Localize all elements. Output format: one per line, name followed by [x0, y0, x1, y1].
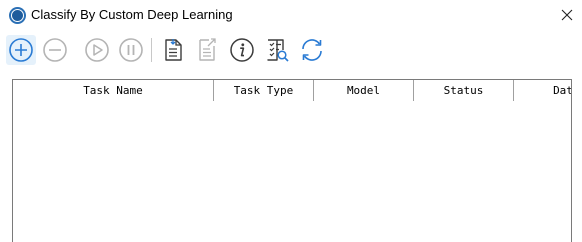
import-button[interactable] — [158, 35, 188, 65]
toolbar-separator — [151, 38, 152, 62]
toolbar — [0, 32, 582, 68]
remove-task-button[interactable] — [40, 35, 70, 65]
close-button[interactable] — [552, 0, 582, 30]
pause-button[interactable] — [116, 35, 146, 65]
minus-circle-icon — [43, 38, 67, 62]
start-button[interactable] — [82, 35, 112, 65]
plus-circle-icon — [9, 38, 33, 62]
export-button[interactable] — [192, 35, 222, 65]
window-title: Classify By Custom Deep Learning — [31, 7, 233, 22]
app-logo-icon — [9, 7, 26, 24]
title-bar: Classify By Custom Deep Learning — [0, 0, 582, 32]
view-report-button[interactable] — [262, 35, 292, 65]
task-grid: Task Name Task Type Model Status Dat — [12, 79, 572, 242]
close-icon — [561, 9, 573, 21]
column-header-status[interactable]: Status — [414, 80, 514, 101]
info-button[interactable] — [227, 35, 257, 65]
column-header-task-type[interactable]: Task Type — [214, 80, 314, 101]
column-header-date[interactable]: Dat — [514, 80, 571, 101]
document-import-icon — [165, 39, 182, 61]
pause-circle-icon — [119, 38, 143, 62]
column-header-task-name[interactable]: Task Name — [13, 80, 214, 101]
refresh-icon — [302, 39, 322, 61]
play-circle-icon — [85, 38, 109, 62]
info-icon — [230, 38, 254, 62]
column-header-model[interactable]: Model — [314, 80, 414, 101]
app-window: Classify By Custom Deep Learning Task Na… — [0, 0, 582, 242]
document-export-icon — [199, 38, 216, 61]
grid-body[interactable] — [13, 102, 571, 242]
add-task-button[interactable] — [6, 35, 36, 65]
checklist-search-icon — [267, 39, 289, 62]
refresh-button[interactable] — [297, 35, 327, 65]
grid-header: Task Name Task Type Model Status Dat — [13, 80, 571, 101]
